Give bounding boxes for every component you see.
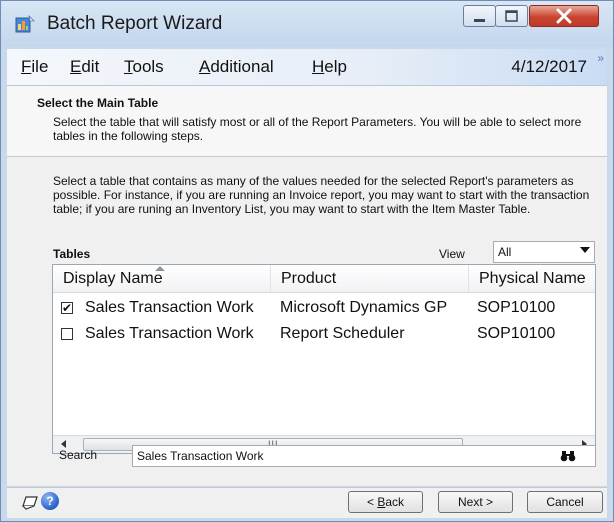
- menu-edit-text-rest: dit: [81, 57, 100, 76]
- row-checkbox[interactable]: ✔: [61, 302, 73, 314]
- column-header-product-label: Product: [281, 270, 337, 287]
- step-description: Select the table that will satisfy most …: [53, 115, 582, 143]
- tables-label: Tables: [53, 247, 91, 261]
- wizard-footer: ? < Back Next > Cancel: [7, 487, 607, 518]
- row-checkbox[interactable]: [61, 328, 73, 340]
- minimize-icon: [474, 19, 485, 22]
- view-label: View: [439, 247, 465, 261]
- sort-ascending-icon: [155, 266, 165, 271]
- menu-additional-text-rest: dditional: [210, 57, 274, 76]
- menu-additional[interactable]: Additional: [199, 57, 274, 77]
- menu-tools[interactable]: Tools: [124, 57, 164, 77]
- cell-product: Report Scheduler: [280, 325, 405, 342]
- window-title: Batch Report Wizard: [47, 13, 223, 34]
- step-title: Select the Main Table: [37, 96, 159, 110]
- cancel-button[interactable]: Cancel: [527, 491, 603, 513]
- back-button-text: <: [366, 495, 378, 509]
- next-button[interactable]: Next >: [438, 491, 513, 513]
- wizard-app-icon: [15, 15, 35, 33]
- minimize-button[interactable]: [463, 5, 496, 27]
- table-row[interactable]: Sales Transaction Work Report Scheduler …: [53, 321, 595, 347]
- grid-header: Display Name Product Physical Name: [53, 265, 595, 293]
- wizard-body: Select the Main Table Select the table t…: [7, 86, 607, 486]
- menu-bar: File Edit Tools Additional Help 4/12/201…: [7, 49, 607, 86]
- column-header-physical-name-label: Physical Name: [479, 270, 586, 287]
- column-header-product[interactable]: Product: [271, 265, 469, 292]
- cell-physical-name: SOP10100: [477, 299, 556, 316]
- view-dropdown-value: All: [498, 245, 512, 259]
- maximize-icon: [505, 10, 518, 22]
- chevron-down-icon: [580, 247, 590, 253]
- table-row[interactable]: ✔ Sales Transaction Work Microsoft Dynam…: [53, 295, 595, 321]
- maximize-button[interactable]: [495, 5, 528, 27]
- toolbar-overflow-icon[interactable]: »: [597, 51, 604, 65]
- cell-display-name: Sales Transaction Work: [85, 299, 254, 316]
- menu-edit[interactable]: Edit: [70, 57, 99, 77]
- cell-display-name: Sales Transaction Work: [85, 325, 254, 342]
- menu-file-text-rest: ile: [31, 57, 49, 76]
- tables-grid: Display Name Product Physical Name ✔ Sal…: [52, 264, 596, 454]
- menu-help-text-rest: elp: [324, 57, 347, 76]
- view-dropdown[interactable]: All: [493, 241, 595, 263]
- scroll-left-icon[interactable]: [61, 440, 66, 448]
- menu-tools-key: T: [124, 57, 133, 76]
- menu-additional-key: A: [199, 57, 211, 76]
- cell-product: Microsoft Dynamics GP: [280, 299, 448, 316]
- intro-text: Select a table that contains as many of …: [53, 174, 590, 216]
- menu-edit-key: E: [70, 57, 82, 76]
- note-icon[interactable]: [21, 494, 39, 510]
- menu-help[interactable]: Help: [312, 57, 347, 77]
- step-header: Select the Main Table Select the table t…: [7, 86, 607, 157]
- help-icon[interactable]: ?: [41, 492, 59, 510]
- close-button[interactable]: [529, 5, 599, 27]
- batch-report-wizard-window: Batch Report Wizard File Edit Tools Addi…: [0, 0, 614, 522]
- user-date[interactable]: 4/12/2017: [511, 57, 587, 77]
- title-bar[interactable]: Batch Report Wizard: [1, 1, 613, 47]
- close-icon: [556, 8, 572, 24]
- back-button-text-rest: ack: [385, 495, 405, 509]
- cell-physical-name: SOP10100: [477, 325, 556, 342]
- menu-help-key: H: [312, 57, 325, 76]
- search-input[interactable]: [132, 445, 596, 467]
- search-label: Search: [59, 448, 98, 462]
- binoculars-icon[interactable]: [560, 450, 576, 462]
- menu-file-key: F: [21, 57, 32, 76]
- back-button[interactable]: < Back: [348, 491, 423, 513]
- column-header-display-name-label: Display Name: [63, 270, 163, 287]
- menu-file[interactable]: File: [21, 57, 48, 77]
- column-header-physical-name[interactable]: Physical Name: [469, 265, 595, 292]
- column-header-display-name[interactable]: Display Name: [53, 265, 271, 292]
- menu-tools-text-rest: ools: [132, 57, 164, 76]
